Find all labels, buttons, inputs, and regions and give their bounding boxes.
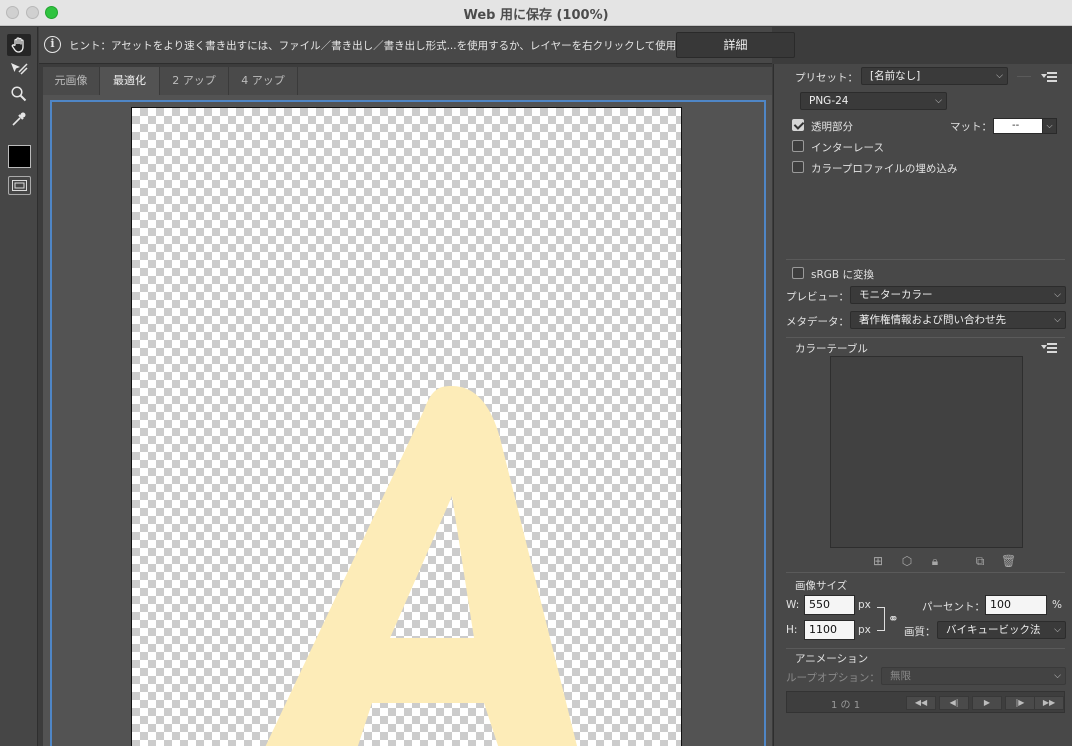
frame-counter: 1 の 1	[831, 700, 861, 711]
color-table-title: カラーテーブル	[795, 343, 868, 355]
hand-tool-button[interactable]	[7, 34, 31, 56]
metadata-dropdown[interactable]: 著作権情報および問い合わせ先 ⌵	[850, 311, 1066, 329]
chevron-down-icon: ⌵	[1054, 290, 1061, 300]
preview-label: プレビュー：	[786, 291, 849, 303]
embed-color-profile-checkbox[interactable]	[792, 161, 804, 173]
preview-value: モニターカラー	[859, 289, 933, 301]
zoom-tool-button[interactable]	[7, 83, 31, 105]
tab-optimized[interactable]: 最適化	[100, 67, 160, 95]
height-label: H:	[786, 624, 798, 636]
preset-value: [名前なし]	[870, 70, 921, 82]
slice-select-icon	[11, 63, 28, 75]
percent-label: パーセント：	[922, 601, 985, 613]
lock-color-icon[interactable]: 🔒︎	[928, 554, 942, 568]
eyedropper-tool-button[interactable]	[7, 108, 31, 130]
matte-dropdown[interactable]: -- ⌵	[993, 118, 1057, 134]
constrain-bracket	[877, 607, 885, 631]
matte-value: --	[1012, 120, 1020, 131]
first-frame-button[interactable]: ◀◀	[906, 696, 936, 710]
format-dropdown[interactable]: PNG-24 ⌵	[800, 92, 947, 110]
preset-dropdown[interactable]: [名前なし] ⌵	[861, 67, 1008, 85]
color-table-menu-icon[interactable]	[1041, 343, 1057, 353]
optimize-settings-panel: プリセット： [名前なし] ⌵ PNG-24 ⌵ 透明部分 マット： -- ⌵ …	[773, 64, 1072, 746]
preset-label: プリセット：	[795, 72, 858, 84]
eyedropper-icon	[12, 112, 26, 126]
title-bar: Web 用に保存 (100%)	[0, 0, 1072, 26]
details-button[interactable]: 詳細	[676, 32, 795, 58]
previous-frame-button[interactable]: ◀|	[939, 696, 969, 710]
chevron-down-icon: ⌵	[1054, 315, 1061, 325]
eyedropper-color-swatch[interactable]	[8, 145, 31, 168]
matte-label: マット：	[950, 121, 992, 133]
interlace-checkbox[interactable]	[792, 140, 804, 152]
chevron-down-icon: ⌵	[1054, 671, 1061, 681]
width-unit: px	[858, 599, 871, 611]
chevron-down-icon: ⌵	[996, 71, 1003, 81]
width-label: W:	[786, 599, 800, 611]
quality-value: バイキュービック法	[946, 624, 1041, 636]
letter-a-artwork	[265, 386, 577, 746]
transparency-checkbox[interactable]	[792, 119, 804, 131]
embed-color-profile-label: カラープロファイルの埋め込み	[811, 163, 958, 175]
transparency-label: 透明部分	[811, 121, 853, 133]
metadata-value: 著作権情報および問い合わせ先	[859, 314, 1006, 326]
chevron-down-icon: ⌵	[1042, 118, 1057, 134]
play-button[interactable]: ▶	[972, 696, 1002, 710]
next-frame-button[interactable]: |▶	[1005, 696, 1035, 710]
image-size-title: 画像サイズ	[795, 580, 848, 592]
height-unit: px	[858, 624, 871, 636]
width-input[interactable]: 550	[804, 595, 855, 615]
map-to-transparent-icon[interactable]: ⊞	[871, 554, 885, 568]
convert-srgb-label: sRGB に変換	[811, 269, 874, 281]
toggle-slices-button[interactable]	[8, 176, 31, 195]
loop-options-value: 無限	[890, 670, 911, 682]
hand-icon	[11, 37, 24, 53]
animation-title: アニメーション	[795, 653, 869, 665]
color-table[interactable]	[830, 356, 1023, 548]
panel-menu-icon[interactable]	[1041, 72, 1057, 82]
trash-icon[interactable]: 🗑︎	[1001, 554, 1016, 568]
chevron-down-icon: ⌵	[1054, 625, 1061, 635]
tab-original[interactable]: 元画像	[43, 67, 100, 95]
tab-4-up[interactable]: 4 アップ	[229, 67, 298, 95]
slice-select-tool-button[interactable]	[7, 58, 31, 80]
window-title: Web 用に保存 (100%)	[463, 8, 609, 23]
tab-2-up[interactable]: 2 アップ	[160, 67, 229, 95]
last-frame-button[interactable]: ▶▶	[1034, 696, 1064, 710]
hint-text: ヒント：アセットをより速く書き出すには、ファイル／書き出し／書き出し形式...を…	[69, 40, 687, 52]
web-shift-icon[interactable]: ⬡	[900, 554, 914, 568]
quality-label: 画質：	[904, 626, 936, 638]
loop-options-dropdown[interactable]: 無限 ⌵	[881, 667, 1066, 685]
format-value: PNG-24	[809, 95, 849, 107]
height-input[interactable]: 1100	[804, 620, 855, 640]
preview-dropdown[interactable]: モニターカラー ⌵	[850, 286, 1066, 304]
interlace-label: インターレース	[811, 142, 884, 154]
image-preview-area[interactable]	[43, 95, 772, 746]
link-icon[interactable]: ⚭	[888, 612, 899, 627]
loop-options-label: ループオプション：	[786, 672, 880, 684]
zoom-icon	[11, 86, 27, 102]
metadata-label: メタデータ：	[786, 316, 849, 328]
info-icon: i	[44, 36, 61, 53]
chevron-down-icon: ⌵	[935, 96, 942, 106]
hint-bar: i ヒント：アセットをより速く書き出すには、ファイル／書き出し／書き出し形式..…	[39, 27, 772, 64]
view-tabs: 元画像 最適化 2 アップ 4 アップ	[43, 67, 772, 95]
new-color-icon[interactable]: ⧉	[973, 554, 987, 568]
preview-image[interactable]	[131, 107, 682, 746]
animation-controls: 1 の 1 ◀◀ ◀| ▶ |▶ ▶▶	[786, 691, 1065, 713]
convert-srgb-checkbox[interactable]	[792, 267, 804, 279]
percent-input[interactable]: 100	[985, 595, 1047, 615]
tool-column	[0, 27, 38, 746]
quality-dropdown[interactable]: バイキュービック法 ⌵	[937, 621, 1066, 639]
slices-visibility-icon	[12, 180, 27, 191]
save-for-web-window: Web 用に保存 (100%) i ヒント：アセットをより速く書き出すには、ファ…	[0, 0, 1072, 746]
percent-unit: %	[1052, 599, 1062, 611]
